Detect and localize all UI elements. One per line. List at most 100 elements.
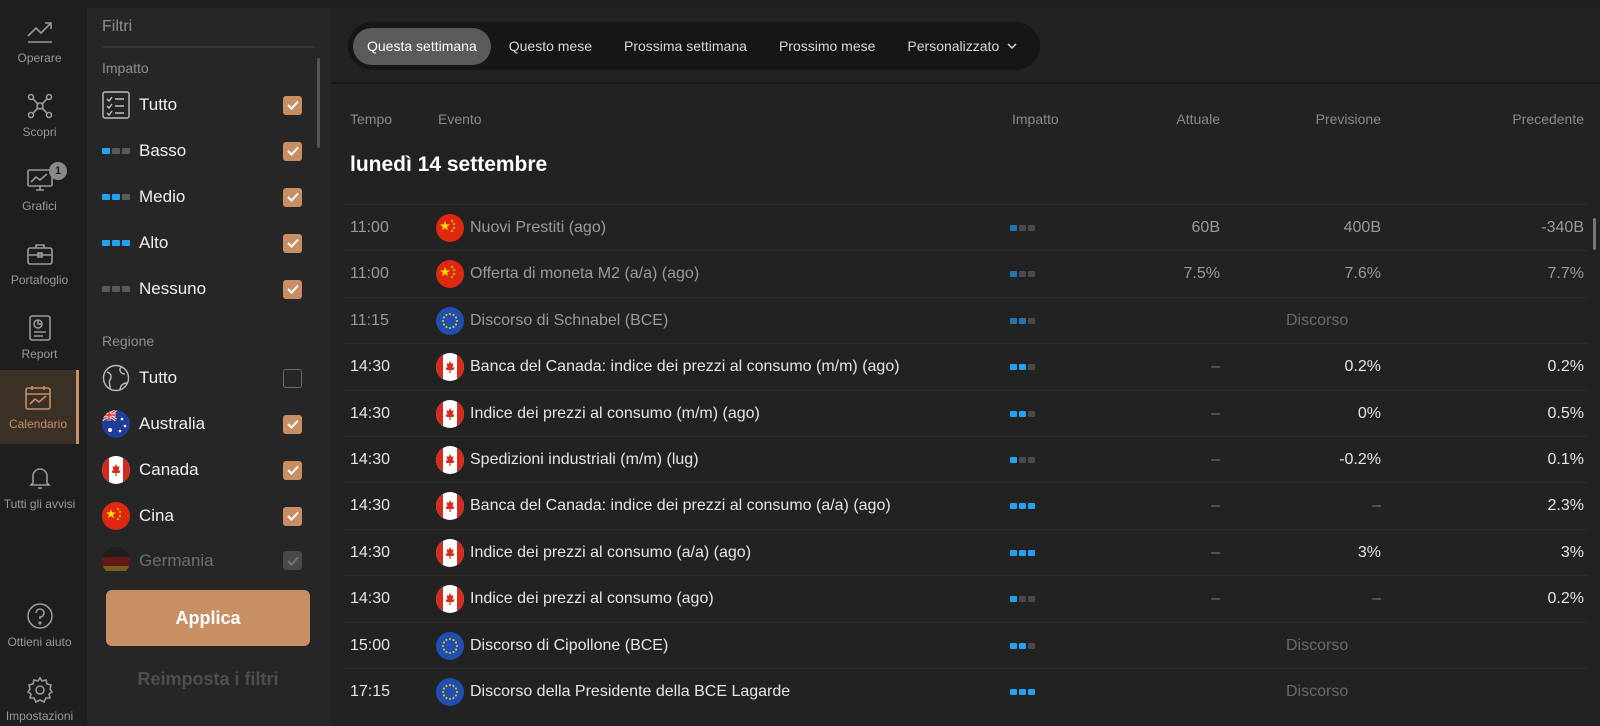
filter-region-canada[interactable]: Canada — [102, 455, 302, 485]
briefcase-icon — [26, 244, 53, 265]
actual-value: – — [1211, 358, 1220, 376]
checkbox-unchecked[interactable] — [283, 368, 302, 388]
checkbox-checked[interactable] — [283, 233, 302, 253]
impact-indicator-icon — [1010, 410, 1035, 417]
apply-button[interactable]: Applica — [106, 590, 310, 646]
checkbox-checked[interactable] — [283, 551, 302, 570]
canada-flag-icon — [436, 399, 464, 428]
checkbox-checked[interactable] — [283, 414, 302, 434]
nav-item-grafici[interactable]: Grafici 1 — [0, 152, 79, 226]
impact-indicator-icon — [1010, 642, 1035, 649]
china-flag-icon — [436, 214, 464, 242]
actual-value: – — [1211, 404, 1220, 422]
filter-impact-low[interactable]: Basso — [102, 136, 302, 166]
speech-label: Discorso — [1286, 311, 1349, 329]
nav-item-portafoglio[interactable]: Portafoglio — [0, 226, 79, 300]
nav-item-aiuto[interactable]: Ottieni aiuto — [0, 588, 79, 662]
checkbox-checked[interactable] — [283, 279, 302, 299]
table-row[interactable]: 17:15 Discorso della Presidente della BCE… — [343, 668, 1588, 714]
nav-item-operare[interactable]: Operare — [0, 4, 79, 78]
nav-item-avvisi[interactable]: Tutti gli avvisi — [0, 450, 79, 524]
header-actual: Attuale — [1176, 111, 1220, 127]
china-flag-icon — [436, 260, 464, 289]
impact-indicator-icon — [1010, 364, 1035, 371]
period-tabs-bar: Questa settimana Questo mese Prossima se… — [331, 8, 1600, 84]
gear-icon — [26, 676, 53, 704]
left-nav: Operare Scopri Grafici 1 Portafoglio Rep… — [0, 0, 79, 726]
forecast-value: 0% — [1357, 404, 1381, 422]
table-row[interactable]: 15:00 Discorso di Cipollone (BCE) Discorso — [343, 621, 1588, 668]
speech-label: Discorso — [1286, 683, 1349, 700]
event-name: Discorso di Schnabel (BCE) — [470, 311, 669, 329]
nav-item-scopri[interactable]: Scopri — [0, 78, 79, 152]
checkbox-checked[interactable] — [283, 95, 302, 115]
australia-flag-icon — [102, 410, 130, 438]
table-header: Tempo Evento Impatto Attuale Previsione … — [331, 100, 1600, 140]
period-tabs: Questa settimana Questo mese Prossima se… — [348, 22, 1041, 70]
previous-value: 3% — [1560, 543, 1584, 561]
filter-impact-high[interactable]: Alto — [102, 228, 302, 258]
filter-region-china[interactable]: Cina — [102, 501, 302, 531]
notification-badge: 1 — [49, 162, 67, 180]
eu-flag-icon — [436, 678, 464, 706]
event-name: Indice dei prezzi al consumo (a/a) (ago) — [470, 543, 752, 561]
speech-label: Discorso — [1286, 636, 1349, 654]
tab-custom[interactable]: Personalizzato — [893, 28, 1031, 65]
checkbox-checked[interactable] — [283, 506, 302, 526]
globe-icon — [102, 364, 130, 392]
actual-value: – — [1211, 590, 1220, 608]
previous-value: -340B — [1541, 219, 1584, 236]
actual-value: – — [1211, 543, 1220, 561]
impact-indicator-icon — [1010, 596, 1035, 603]
table-row[interactable]: 14:30 Indice dei prezzi al consumo (m/m) … — [343, 389, 1588, 436]
impact-indicator-icon — [1010, 271, 1035, 278]
filter-impact-all[interactable]: Tutto — [102, 90, 302, 120]
table-row[interactable]: 14:30 Banca del Canada: indice dei prezzi… — [343, 343, 1588, 389]
canada-flag-icon — [436, 585, 464, 614]
impact-indicator-icon — [1010, 457, 1035, 463]
tab-next-week[interactable]: Prossima settimana — [610, 28, 761, 65]
forecast-value: 0.2% — [1344, 358, 1381, 376]
impact-low-icon — [102, 137, 130, 165]
nav-item-calendario[interactable]: Calendario — [0, 370, 79, 444]
checklist-icon — [102, 91, 130, 119]
filter-impact-medium[interactable]: Medio — [102, 182, 302, 212]
event-name: Discorso di Cipollone (BCE) — [470, 636, 669, 654]
filter-region-germany[interactable]: Germania — [102, 547, 302, 571]
event-time: 17:15 — [350, 683, 391, 700]
main-scrollbar[interactable] — [1593, 218, 1596, 250]
table-row[interactable]: 14:30 Indice dei prezzi al consumo (ago) –… — [343, 575, 1588, 621]
table-row[interactable]: 14:30 Indice dei prezzi al consumo (a/a) … — [343, 528, 1588, 575]
nav-item-report[interactable]: Report — [0, 300, 79, 374]
canada-flag-icon — [436, 353, 464, 382]
previous-value: 7.7% — [1547, 265, 1584, 283]
table-row[interactable]: 11:15 Discorso di Schnabel (BCE) Discorso — [343, 296, 1588, 343]
filter-region-australia[interactable]: Australia — [102, 409, 302, 439]
checkbox-checked[interactable] — [283, 460, 302, 480]
filter-impact-none[interactable]: Nessuno — [102, 274, 302, 304]
report-icon — [28, 315, 51, 341]
tab-this-month[interactable]: Questo mese — [495, 28, 606, 65]
table-row[interactable]: 11:00 Offerta di moneta M2 (a/a) (ago) 7.5… — [343, 250, 1588, 296]
chevron-down-icon — [1007, 43, 1017, 50]
previous-value: 2.3% — [1547, 497, 1584, 515]
nav-item-impostazioni[interactable]: Impostazioni — [0, 662, 79, 726]
table-row[interactable]: 14:30 Spedizioni industriali (m/m) (lug) –… — [343, 436, 1588, 482]
header-event: Evento — [438, 111, 482, 127]
eu-flag-icon — [436, 631, 464, 660]
checkbox-checked[interactable] — [283, 187, 302, 207]
table-row[interactable]: 11:00 Nuovi Prestiti (ago) 60B 400B -340B — [343, 204, 1588, 250]
event-name: Offerta di moneta M2 (a/a) (ago) — [470, 265, 700, 283]
checkbox-checked[interactable] — [283, 141, 302, 161]
canada-flag-icon — [436, 446, 464, 474]
table-row[interactable]: 14:30 Banca del Canada: indice dei prezzi… — [343, 482, 1588, 528]
filters-scrollbar[interactable] — [317, 58, 320, 148]
tab-this-week[interactable]: Questa settimana — [353, 27, 491, 65]
impact-high-icon — [102, 229, 130, 257]
tab-next-month[interactable]: Prossimo mese — [765, 28, 889, 65]
forecast-value: 400B — [1343, 219, 1381, 236]
reset-filters-button[interactable]: Reimposta i filtri — [106, 664, 310, 694]
impact-indicator-icon — [1010, 317, 1035, 324]
impact-indicator-icon — [1010, 689, 1035, 695]
filter-region-all[interactable]: Tutto — [102, 363, 302, 393]
